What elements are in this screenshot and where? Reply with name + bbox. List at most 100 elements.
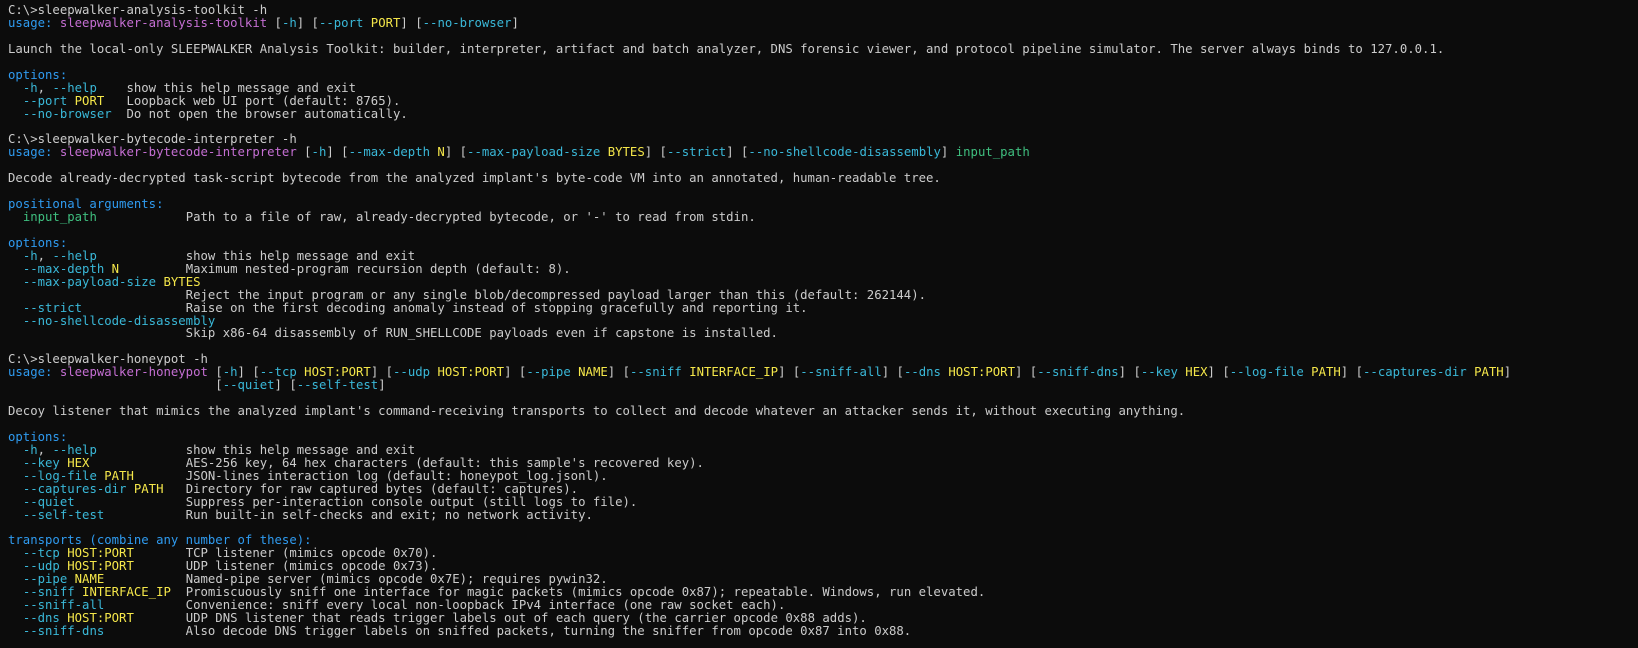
terminal-text-segment: Loopback web UI port (default: 8765). <box>104 93 401 108</box>
terminal-text-segment: --max-payload-size <box>22 274 164 289</box>
terminal-text-segment: Directory for raw captured bytes (defaul… <box>163 481 579 496</box>
terminal-text-segment: --pipe <box>22 572 75 587</box>
terminal-text-segment: Raise on the first decoding anomaly inst… <box>82 300 808 315</box>
terminal-text-segment: --max-payload-size <box>467 145 608 160</box>
terminal-text-segment: ] [ <box>444 145 468 160</box>
terminal-line: --sniff-dns Also decode DNS trigger labe… <box>8 625 1638 638</box>
terminal-text-segment: INTERFACE_IP <box>689 365 779 380</box>
terminal-text-segment: INTERFACE_IP <box>82 585 171 600</box>
terminal-text-segment: HOST:PORT <box>67 559 134 574</box>
terminal-text-segment: , <box>37 442 53 457</box>
terminal-text-segment: Decode already-decrypted task-script byt… <box>8 171 941 186</box>
terminal-text-segment: --no-browser <box>422 15 512 30</box>
terminal-text-segment: PATH <box>1474 365 1504 380</box>
terminal-line: [--quiet] [--self-test] <box>8 379 1638 392</box>
terminal-window[interactable]: C:\>sleepwalker-analysis-toolkit -h usage… <box>0 0 1638 638</box>
terminal-text-segment: UDP listener (mimics opcode 0x73). <box>133 559 438 574</box>
terminal-text-segment: show this help message and exit <box>96 442 416 457</box>
terminal-text-segment: ] <box>511 15 519 30</box>
terminal-text-segment: --max-depth <box>22 261 112 276</box>
terminal-text-segment: ] [ <box>644 145 667 160</box>
terminal-text-segment: Maximum nested-program recursion depth (… <box>119 261 571 276</box>
terminal-text-segment: Named-pipe server (mimics opcode 0x7E); … <box>104 572 608 587</box>
terminal-text-segment: --self-test <box>22 507 105 522</box>
terminal-text-segment: Promiscuously sniff one interface for ma… <box>170 585 986 600</box>
terminal-line: Decode already-decrypted task-script byt… <box>8 172 1638 185</box>
terminal-text-segment: --key <box>22 455 68 470</box>
terminal-text-segment: Do not open the browser automatically. <box>111 106 408 121</box>
terminal-text-segment: Convenience: sniff every local non-loopb… <box>104 598 786 613</box>
terminal-text-segment: --sniff-dns <box>22 624 105 638</box>
terminal-text-segment: ] <box>940 145 956 160</box>
terminal-text-segment: ] [ <box>1118 365 1141 380</box>
terminal-text-segment: -h <box>22 80 38 95</box>
terminal-text-segment: NAME <box>578 365 608 380</box>
terminal-text-segment: HOST:PORT <box>437 365 505 380</box>
terminal-text-segment: --quiet <box>22 494 75 509</box>
terminal-text-segment: sleepwalker-honeypot <box>59 365 216 380</box>
terminal-text-segment: --no-shellcode-disassembly <box>748 145 941 160</box>
terminal-text-segment: ] [ <box>400 15 423 30</box>
terminal-text-segment: ] [ <box>237 365 260 380</box>
terminal-text-segment: C:\>sleepwalker-bytecode-interpreter -h <box>8 132 297 147</box>
terminal-text-segment: Launch the local-only SLEEPWALKER Analys… <box>8 41 1445 56</box>
terminal-text-segment: , <box>37 248 53 263</box>
terminal-text-segment: ] [ <box>370 365 394 380</box>
terminal-text-segment: ] <box>1503 365 1512 380</box>
terminal-text-segment: --log-file <box>1229 365 1312 380</box>
terminal-text-segment: ] [ <box>274 378 297 393</box>
terminal-line: Skip x86-64 disassembly of RUN_SHELLCODE… <box>8 327 1638 340</box>
terminal-text-segment: --log-file <box>22 468 105 483</box>
terminal-text-segment: ] [ <box>1015 365 1038 380</box>
terminal-text-segment: --no-shellcode-disassembly <box>22 313 216 328</box>
terminal-text-segment: --sniff-dns <box>1037 365 1119 380</box>
terminal-text-segment: , <box>37 80 53 95</box>
terminal-text-segment: PATH <box>1311 365 1341 380</box>
terminal-text-segment: --tcp <box>22 546 68 561</box>
terminal-text-segment: [ <box>8 378 223 393</box>
terminal-text-segment: C:\>sleepwalker-honeypot -h <box>8 352 208 367</box>
terminal-line: --no-browser Do not open the browser aut… <box>8 106 1638 121</box>
terminal-text-segment: UDP DNS listener that reads trigger labe… <box>133 611 867 626</box>
terminal-text-segment: ] [ <box>296 15 319 30</box>
terminal-text-segment: PATH <box>133 481 164 496</box>
terminal-text-segment: BYTES <box>607 145 645 160</box>
terminal-text-segment: AES-256 key, 64 hex characters (default:… <box>89 455 704 470</box>
terminal-text-segment: --tcp <box>259 365 305 380</box>
terminal-text-segment: -h <box>281 15 297 30</box>
terminal-text-segment: BYTES <box>163 274 201 289</box>
terminal-text-segment: PORT <box>74 93 105 108</box>
terminal-text-segment: --udp <box>393 365 438 380</box>
terminal-text-segment: -h <box>22 248 38 263</box>
terminal-text-segment: --sniff-all <box>800 365 882 380</box>
terminal-text-segment: Run built-in self-checks and exit; no ne… <box>104 507 593 522</box>
terminal-text-segment: HEX <box>1185 365 1208 380</box>
terminal-line: input_path Path to a file of raw, alread… <box>8 211 1638 224</box>
terminal-text-segment: --max-depth <box>348 145 438 160</box>
terminal-text-segment: ] [ <box>1207 365 1230 380</box>
terminal-text-segment: Decoy listener that mimics the analyzed … <box>8 404 1186 419</box>
terminal-text-segment: TCP listener (mimics opcode 0x70). <box>133 546 438 561</box>
terminal-text-segment: sleepwalker-bytecode-interpreter <box>59 145 305 160</box>
terminal-text-segment: C:\>sleepwalker-analysis-toolkit -h <box>8 3 268 17</box>
terminal-text-segment: options: <box>8 429 68 444</box>
terminal-text-segment: ] [ <box>326 145 349 160</box>
terminal-text-segment: show this help message and exit <box>96 80 356 95</box>
terminal-text-segment: --self-test <box>296 378 379 393</box>
terminal-text-segment: -h <box>22 442 38 457</box>
terminal-text-segment: --sniff <box>22 585 83 600</box>
